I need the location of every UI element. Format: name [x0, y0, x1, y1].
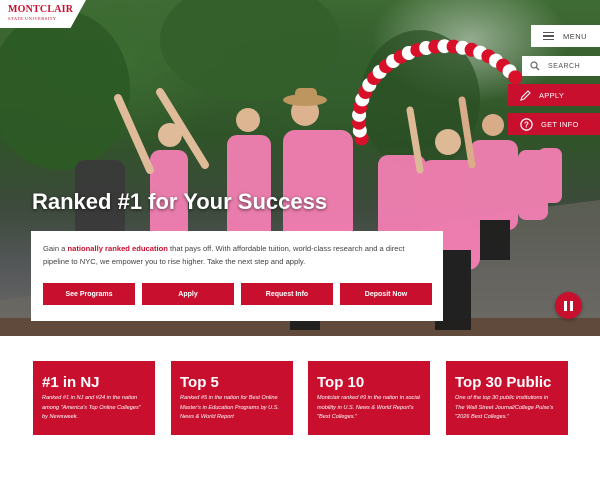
hero-banner: MONTCLAIR STATE UNIVERSITY MENU SEARCH A…	[0, 0, 600, 336]
logo-subtitle: STATE UNIVERSITY	[8, 16, 57, 21]
pause-video-button[interactable]	[555, 292, 582, 319]
see-programs-button[interactable]: See Programs	[43, 283, 135, 305]
pencil-icon	[520, 89, 531, 101]
stat-card[interactable]: #1 in NJ Ranked #1 in NJ and #24 in the …	[33, 361, 155, 435]
stat-description: One of the top 30 public institutions in…	[455, 395, 554, 421]
balloon	[508, 70, 523, 85]
svg-text:?: ?	[524, 120, 529, 129]
stat-description: Montclair ranked #9 in the nation in soc…	[317, 395, 420, 421]
rankings-section: #1 in NJ Ranked #1 in NJ and #24 in the …	[33, 361, 568, 435]
get-info-side-label: GET INFO	[541, 119, 579, 129]
search-icon	[530, 61, 540, 71]
stat-title: Top 30 Public	[455, 374, 552, 391]
search-label: SEARCH	[548, 62, 581, 70]
stat-title: Top 10	[317, 374, 365, 391]
question-circle-icon: ?	[520, 117, 533, 131]
stat-card[interactable]: Top 30 Public One of the top 30 public i…	[446, 361, 568, 435]
stat-card[interactable]: Top 5 Ranked #5 in the nation for Best O…	[171, 361, 293, 435]
logo-name: MONTCLAIR	[8, 4, 74, 15]
get-info-side-button[interactable]: ? GET INFO	[508, 113, 600, 135]
apply-side-button[interactable]: APPLY	[508, 84, 600, 106]
stat-description: Ranked #1 in NJ and #24 in the nation am…	[42, 395, 141, 421]
stat-title: #1 in NJ	[42, 374, 100, 391]
pause-icon	[563, 300, 575, 311]
intro-highlight-link[interactable]: nationally ranked education	[67, 244, 167, 253]
stat-title: Top 5	[180, 374, 219, 391]
hero-headline: Ranked #1 for Your Success	[32, 189, 328, 214]
search-button[interactable]: SEARCH	[522, 56, 600, 76]
apply-side-label: APPLY	[539, 90, 565, 100]
intro-text: Gain a nationally ranked education that …	[43, 243, 432, 268]
intro-box: Gain a nationally ranked education that …	[31, 231, 443, 321]
stat-description: Ranked #5 in the nation for Best Online …	[180, 395, 279, 421]
apply-button[interactable]: Apply	[142, 283, 234, 305]
menu-button[interactable]: MENU	[531, 25, 600, 47]
cta-row: See Programs Apply Request Info Deposit …	[43, 283, 439, 305]
deposit-now-button[interactable]: Deposit Now	[340, 283, 432, 305]
stat-card[interactable]: Top 10 Montclair ranked #9 in the nation…	[308, 361, 430, 435]
intro-prefix: Gain a	[43, 244, 68, 253]
menu-label: MENU	[563, 31, 588, 41]
hamburger-icon	[543, 32, 554, 40]
request-info-button[interactable]: Request Info	[241, 283, 333, 305]
